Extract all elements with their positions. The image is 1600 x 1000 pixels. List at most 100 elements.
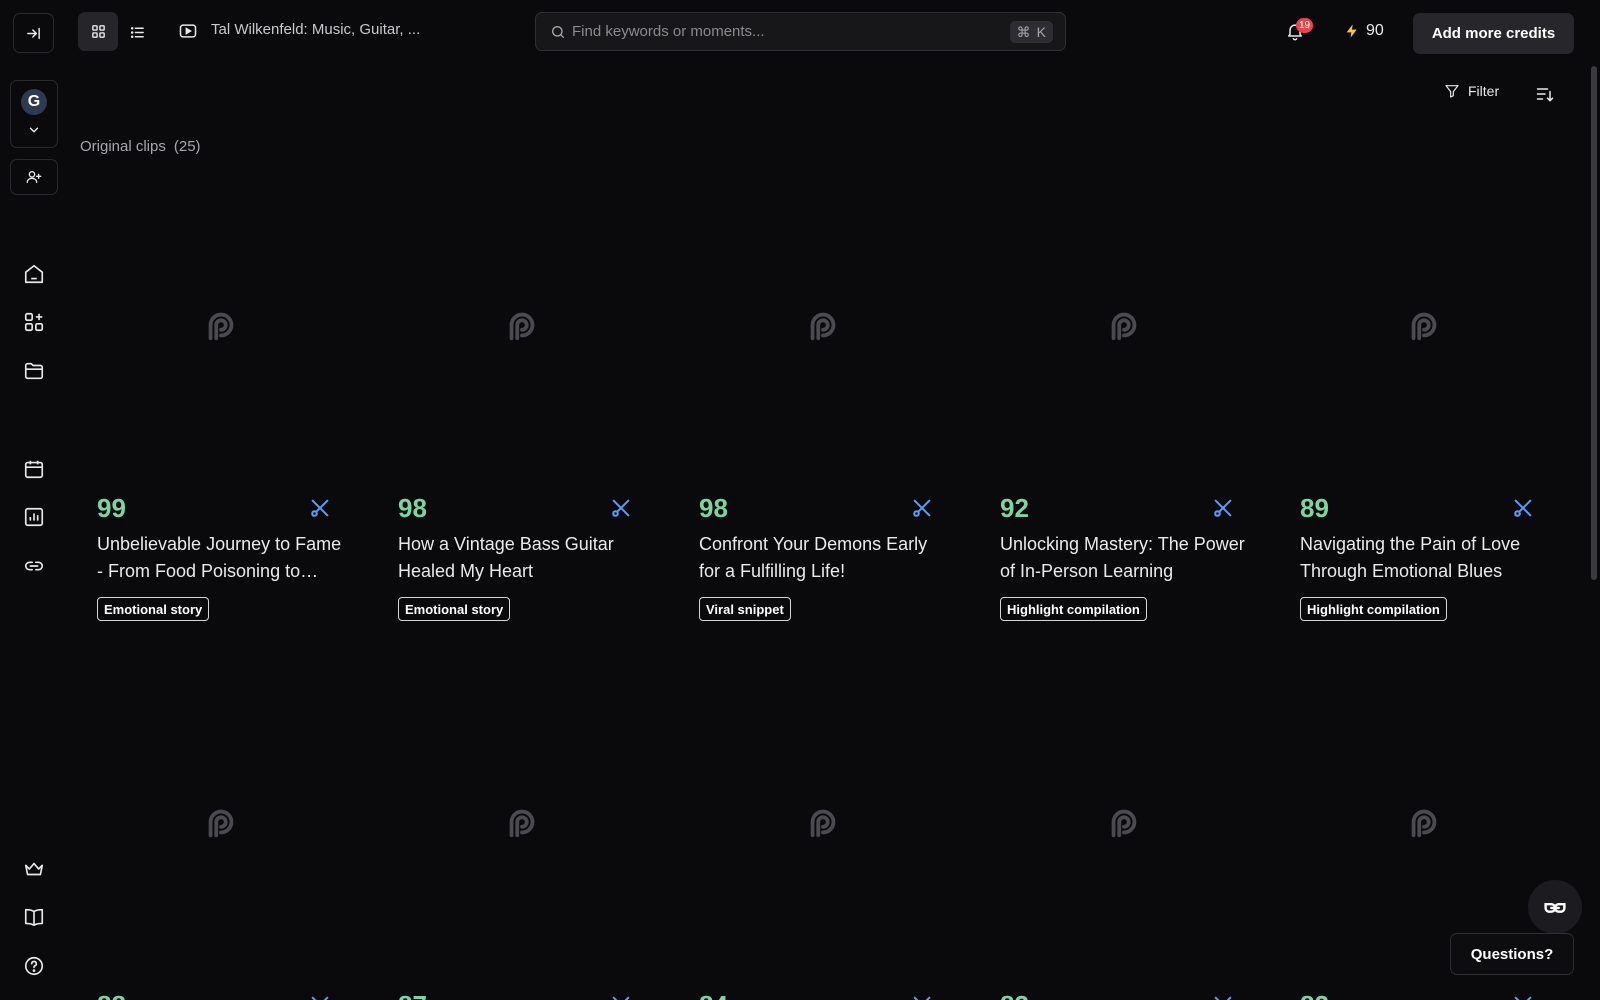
placeholder-logo-icon — [1111, 312, 1137, 341]
nav-projects[interactable] — [22, 359, 46, 383]
scissors-icon[interactable] — [610, 497, 632, 519]
placeholder-logo-icon — [509, 312, 535, 341]
clip-score: 84 — [699, 990, 728, 1000]
placeholder-logo-icon — [810, 809, 836, 838]
credits-balance[interactable]: 90 — [1344, 22, 1384, 40]
nav-premium[interactable] — [22, 857, 46, 881]
crown-icon — [24, 862, 44, 876]
placeholder-logo-icon — [208, 809, 234, 838]
nav-home[interactable] — [22, 262, 46, 286]
placeholder-logo-icon — [509, 809, 535, 838]
placeholder-logo-icon — [1411, 312, 1437, 341]
clip-tag: Emotional story — [97, 597, 210, 621]
placeholder-logo-icon — [1111, 809, 1137, 838]
clip-score: 92 — [1000, 493, 1029, 523]
clip-count: (25) — [173, 138, 201, 155]
sort-icon[interactable] — [1535, 84, 1555, 104]
clip-title[interactable]: Confront Your Demons Early for a Fulfill… — [699, 531, 944, 585]
credits-count: 90 — [1366, 22, 1384, 39]
filter-button[interactable]: Filter — [1444, 83, 1499, 99]
filter-icon — [1445, 85, 1459, 98]
help-circle-icon — [24, 956, 44, 976]
scissors-icon[interactable] — [1512, 497, 1534, 519]
expand-sidebar-button[interactable] — [13, 13, 54, 53]
workspace-switcher[interactable]: G — [10, 80, 58, 148]
chevron-down-icon — [29, 127, 39, 133]
nav-calendar[interactable] — [22, 457, 46, 481]
nav-help[interactable] — [22, 954, 46, 978]
scissors-icon[interactable] — [610, 994, 632, 1000]
nav-guides[interactable] — [22, 905, 46, 929]
k-key: K — [1036, 24, 1046, 40]
scrollbar[interactable] — [1591, 66, 1597, 580]
clip-title[interactable]: Unbelievable Journey to Fame - From Food… — [97, 531, 342, 585]
scissors-icon[interactable] — [911, 497, 933, 519]
folder-icon — [24, 362, 44, 380]
clip-score: 89 — [1300, 493, 1329, 523]
placeholder-logo-icon — [208, 312, 234, 341]
clip-score: 83 — [1000, 990, 1029, 1000]
placeholder-logo-icon — [810, 312, 836, 341]
clip-score: 98 — [398, 493, 427, 523]
link-icon — [24, 561, 44, 571]
clip-thumbnail[interactable] — [381, 672, 663, 972]
clip-thumbnail[interactable] — [682, 175, 964, 475]
filter-label: Filter — [1468, 83, 1500, 99]
invite-member-button[interactable] — [10, 159, 58, 195]
book-icon — [24, 908, 44, 927]
scissors-icon[interactable] — [309, 497, 331, 519]
scissors-icon[interactable] — [1212, 497, 1234, 519]
add-credits-button[interactable]: Add more credits — [1413, 13, 1574, 54]
clip-score: 88 — [97, 990, 126, 1000]
clip-score: 98 — [699, 493, 728, 523]
expand-sidebar-icon — [27, 27, 40, 39]
clip-tag: Emotional story — [398, 597, 511, 621]
clip-title[interactable]: How a Vintage Bass Guitar Healed My Hear… — [398, 531, 643, 585]
clip-thumbnail[interactable] — [1283, 672, 1565, 972]
clip-title[interactable]: Unlocking Mastery: The Power of In-Perso… — [1000, 531, 1245, 585]
scissors-icon[interactable] — [1512, 994, 1534, 1000]
scissors-icon[interactable] — [309, 994, 331, 1000]
section-title-label: Original clips — [80, 138, 166, 155]
nav-analytics[interactable] — [22, 505, 46, 529]
clip-tag: Highlight compilation — [1300, 597, 1447, 621]
nav-apps[interactable] — [22, 310, 46, 334]
clip-tag: Highlight compilation — [1000, 597, 1147, 621]
bar-chart-icon — [24, 507, 44, 527]
grid-view-button[interactable] — [78, 12, 118, 51]
scissors-icon[interactable] — [1212, 994, 1234, 1000]
left-rail: G — [0, 0, 68, 1000]
clip-thumbnail[interactable] — [983, 175, 1265, 475]
clip-thumbnail[interactable] — [381, 175, 663, 475]
home-icon — [24, 264, 44, 284]
nav-links[interactable] — [22, 554, 46, 578]
clip-score: 87 — [398, 990, 427, 1000]
clip-thumbnail[interactable] — [80, 672, 362, 972]
search-input[interactable] — [572, 13, 992, 50]
lightning-icon — [1346, 24, 1357, 38]
search-icon — [552, 26, 564, 38]
clip-thumbnail[interactable] — [80, 175, 362, 475]
search-bar[interactable]: ⌘ K — [535, 12, 1066, 51]
clip-thumbnail[interactable] — [682, 672, 964, 972]
clip-thumbnail[interactable] — [983, 672, 1265, 972]
clip-score: 99 — [97, 493, 126, 523]
clip-tag: Viral snippet — [699, 597, 791, 621]
clip-thumbnail[interactable] — [1283, 175, 1565, 475]
section-title: Original clips (25) — [80, 138, 201, 155]
chat-widget-button[interactable] — [1528, 880, 1582, 934]
infinity-chat-icon — [1544, 902, 1566, 913]
scissors-icon[interactable] — [911, 994, 933, 1000]
calendar-icon — [24, 460, 44, 479]
clip-title[interactable]: Navigating the Pain of Love Through Emot… — [1300, 531, 1545, 585]
questions-button[interactable]: Questions? — [1450, 933, 1574, 975]
list-view-button[interactable] — [126, 21, 148, 43]
search-shortcut: ⌘ K — [1009, 21, 1053, 43]
placeholder-logo-icon — [1411, 809, 1437, 838]
clip-score: 82 — [1300, 990, 1329, 1000]
command-key: ⌘ — [1016, 23, 1031, 40]
workspace-avatar: G — [21, 89, 47, 115]
user-plus-icon — [26, 171, 42, 183]
video-icon — [179, 24, 197, 38]
video-title[interactable]: Tal Wilkenfeld: Music, Guitar, ... — [211, 21, 420, 38]
